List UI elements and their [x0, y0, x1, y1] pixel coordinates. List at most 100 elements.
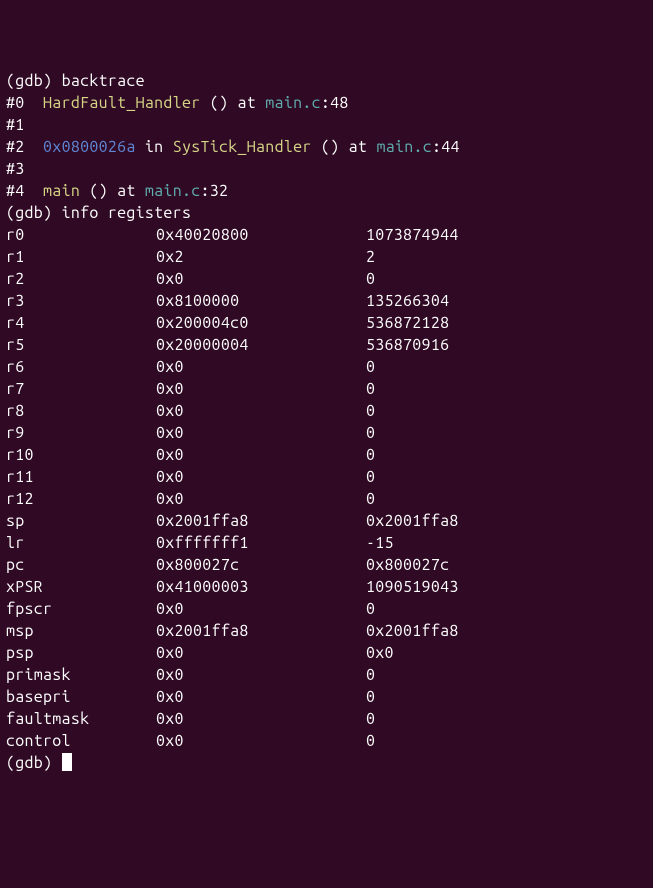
register-dec: 0: [366, 490, 375, 508]
register-dec: 2: [366, 248, 375, 266]
register-row: primask0x00: [6, 664, 647, 686]
register-dec: 0x2001ffa8: [366, 622, 459, 640]
register-dec: 0x800027c: [366, 556, 459, 574]
register-row: r120x00: [6, 488, 647, 510]
register-hex: 0x0: [156, 730, 366, 752]
terminal-output: (gdb) backtrace #0 HardFault_Handler () …: [6, 70, 647, 774]
register-hex: 0x0: [156, 664, 366, 686]
register-name: r12: [6, 488, 156, 510]
register-dec: 0: [366, 424, 375, 442]
register-dec: 0: [366, 468, 375, 486]
colon: :: [200, 182, 209, 200]
register-name: r9: [6, 422, 156, 444]
register-dec: 1090519043: [366, 578, 459, 596]
colon: :: [432, 138, 441, 156]
register-name: r6: [6, 356, 156, 378]
register-name: sp: [6, 510, 156, 532]
register-row: r70x00: [6, 378, 647, 400]
register-row: r30x8100000135266304: [6, 290, 647, 312]
register-row: r50x20000004536870916: [6, 334, 647, 356]
function-name: HardFault_Handler: [43, 94, 200, 112]
gdb-prompt[interactable]: (gdb): [6, 754, 62, 772]
register-name: control: [6, 730, 156, 752]
at-keyword: at: [339, 138, 376, 156]
register-hex: 0x800027c: [156, 554, 366, 576]
register-dec: 0x0: [366, 644, 394, 662]
register-row: r110x00: [6, 466, 647, 488]
register-row: control0x00: [6, 730, 647, 752]
function-name: SysTick_Handler: [173, 138, 312, 156]
gdb-command: backtrace: [62, 72, 145, 90]
register-name: primask: [6, 664, 156, 686]
register-hex: 0x2001ffa8: [156, 510, 366, 532]
register-dec: 0: [366, 732, 375, 750]
line-number: 44: [441, 138, 460, 156]
frame-address: 0x0800026a: [43, 138, 136, 156]
register-dec: 0: [366, 402, 375, 420]
function-name: main: [43, 182, 80, 200]
frame-number: #2: [6, 138, 43, 156]
register-name: psp: [6, 642, 156, 664]
register-row: r10x22: [6, 246, 647, 268]
source-file: main.c: [265, 94, 321, 112]
register-hex: 0x0: [156, 598, 366, 620]
register-name: xPSR: [6, 576, 156, 598]
frame-number: #1: [6, 116, 43, 134]
register-row: fpscr0x00: [6, 598, 647, 620]
gdb-prompt: (gdb): [6, 72, 62, 90]
register-dec: 1073874944: [366, 226, 459, 244]
register-row: r20x00: [6, 268, 647, 290]
parens: (): [200, 94, 228, 112]
register-dec: 135266304: [366, 292, 449, 310]
frame-number: #4: [6, 182, 43, 200]
register-hex: 0x200004c0: [156, 312, 366, 334]
register-row: r80x00: [6, 400, 647, 422]
in-keyword: in: [136, 138, 173, 156]
cursor-icon[interactable]: [62, 753, 72, 771]
gdb-command: info registers: [62, 204, 192, 222]
register-row: basepri0x00: [6, 686, 647, 708]
register-name: r3: [6, 290, 156, 312]
register-dec: 0: [366, 600, 375, 618]
register-hex: 0x40020800: [156, 224, 366, 246]
register-row: r100x00: [6, 444, 647, 466]
register-hex: 0x0: [156, 422, 366, 444]
gdb-prompt: (gdb): [6, 204, 62, 222]
register-name: r10: [6, 444, 156, 466]
register-row: msp0x2001ffa80x2001ffa8: [6, 620, 647, 642]
colon: :: [321, 94, 330, 112]
register-hex: 0xfffffff1: [156, 532, 366, 554]
register-hex: 0x0: [156, 642, 366, 664]
register-name: r2: [6, 268, 156, 290]
register-dec: 0: [366, 710, 375, 728]
frame-number: #3: [6, 160, 43, 178]
register-hex: 0x20000004: [156, 334, 366, 356]
register-dec: 0: [366, 358, 375, 376]
register-name: faultmask: [6, 708, 156, 730]
register-hex: 0x0: [156, 444, 366, 466]
register-hex: 0x0: [156, 708, 366, 730]
register-hex: 0x0: [156, 268, 366, 290]
register-row: r60x00: [6, 356, 647, 378]
at-keyword: at: [108, 182, 145, 200]
register-hex: 0x41000003: [156, 576, 366, 598]
register-dec: 0: [366, 270, 375, 288]
backtrace-output: #0 HardFault_Handler () at main.c:48#1 #…: [6, 92, 647, 202]
register-dec: 0: [366, 688, 375, 706]
register-hex: 0x0: [156, 378, 366, 400]
register-row: r00x400208001073874944: [6, 224, 647, 246]
line-number: 48: [330, 94, 349, 112]
register-hex: 0x0: [156, 356, 366, 378]
register-name: r7: [6, 378, 156, 400]
register-hex: 0x0: [156, 686, 366, 708]
register-row: pc0x800027c0x800027c: [6, 554, 647, 576]
at-keyword: at: [228, 94, 265, 112]
register-name: r4: [6, 312, 156, 334]
register-hex: 0x0: [156, 488, 366, 510]
register-name: r5: [6, 334, 156, 356]
register-name: pc: [6, 554, 156, 576]
line-number: 32: [210, 182, 229, 200]
register-hex: 0x0: [156, 400, 366, 422]
backtrace-frame: #4 main () at main.c:32: [6, 180, 647, 202]
register-dec: 536872128: [366, 314, 449, 332]
